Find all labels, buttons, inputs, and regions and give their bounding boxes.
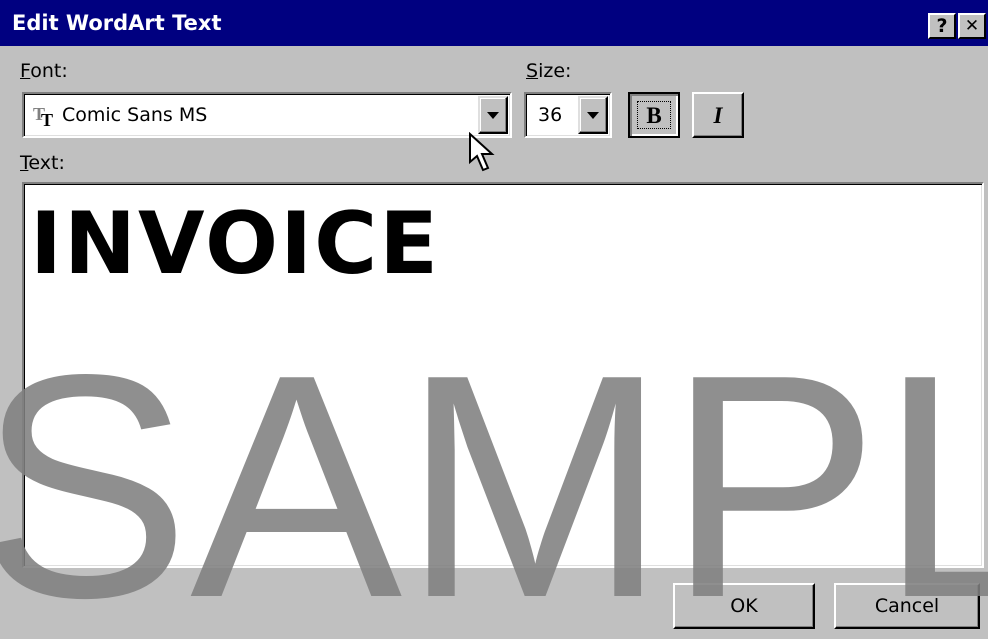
italic-button[interactable]: I	[692, 92, 744, 138]
window-title: Edit WordArt Text	[12, 11, 222, 35]
font-value: Comic Sans MS	[62, 104, 208, 126]
size-combo[interactable]: 36	[524, 92, 612, 138]
text-label: Text:	[20, 152, 65, 174]
truetype-font-icon: T T	[32, 102, 58, 130]
font-label: Font:	[20, 60, 68, 82]
help-button[interactable]: ?	[928, 13, 956, 39]
size-value: 36	[538, 104, 563, 126]
chevron-down-icon	[587, 112, 599, 119]
mouse-pointer-icon	[468, 131, 498, 174]
close-button[interactable]: ✕	[958, 13, 986, 39]
chevron-down-icon	[487, 112, 499, 119]
cancel-button[interactable]: Cancel	[834, 583, 980, 629]
svg-text:T: T	[41, 110, 53, 128]
size-dropdown-button[interactable]	[578, 96, 608, 134]
ok-button[interactable]: OK	[673, 583, 815, 629]
bold-button[interactable]: B	[628, 92, 680, 138]
font-dropdown-button[interactable]	[478, 96, 508, 134]
bold-label: B	[646, 103, 662, 128]
wordart-text: INVOICE	[30, 194, 440, 294]
text-editor[interactable]: INVOICE	[22, 182, 984, 568]
italic-label: I	[713, 103, 723, 128]
font-combo[interactable]: T T Comic Sans MS	[22, 92, 512, 138]
title-bar: Edit WordArt Text ? ✕	[0, 0, 988, 46]
size-label: Size:	[526, 60, 572, 82]
